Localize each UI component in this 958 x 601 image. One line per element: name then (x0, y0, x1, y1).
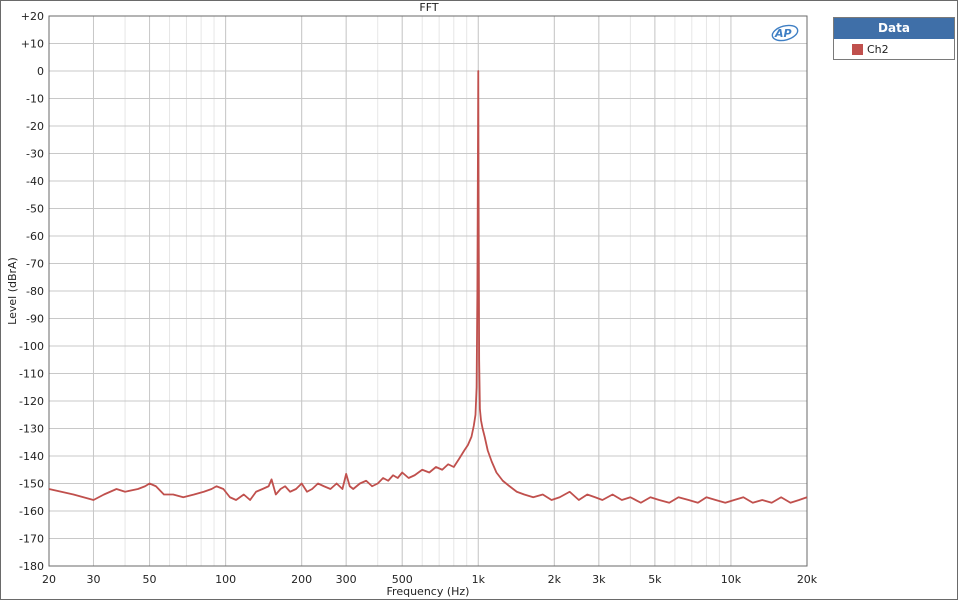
y-axis-label: Level (dBrA) (6, 257, 19, 325)
legend-item-label: Ch2 (867, 42, 889, 56)
x-tick-label: 1k (472, 573, 486, 586)
legend-title: Data (834, 18, 954, 39)
x-tick-label: 100 (215, 573, 236, 586)
svg-text:AP: AP (774, 27, 792, 40)
y-tick-label: -110 (19, 368, 44, 381)
x-tick-label: 5k (648, 573, 662, 586)
y-tick-label: -80 (26, 285, 44, 298)
chart-title: FFT (419, 1, 438, 14)
y-tick-label: -100 (19, 340, 44, 353)
y-tick-label: -20 (26, 120, 44, 133)
x-tick-label: 300 (336, 573, 357, 586)
y-tick-label: -150 (19, 478, 44, 491)
x-tick-label: 3k (592, 573, 606, 586)
y-tick-label: +20 (21, 10, 44, 23)
legend: Data Ch2 (833, 17, 955, 60)
chart-frame: FFT 20 30 50 100 200 300 500 1k 2k 3k 5k 10k 20k +20… (0, 0, 958, 600)
grid (48, 15, 808, 567)
y-tick-label: -140 (19, 450, 44, 463)
series-layer (48, 70, 808, 504)
y-tick-label: -90 (26, 313, 44, 326)
series-line-ch2 (48, 70, 808, 504)
y-tick-label: -40 (26, 175, 44, 188)
y-tick-label: -180 (19, 560, 44, 573)
x-tick-label: 50 (143, 573, 157, 586)
x-axis-label: Frequency (Hz) (387, 585, 470, 598)
ap-logo: AP (771, 24, 799, 42)
fft-chart: FFT 20 30 50 100 200 300 500 1k 2k 3k 5k 10k 20k +20… (6, 1, 818, 598)
y-tick-label: -70 (26, 258, 44, 271)
y-tick-label: +10 (21, 38, 44, 51)
y-tick-label: -30 (26, 148, 44, 161)
x-tick-label: 200 (291, 573, 312, 586)
y-axis-ticks: +20 +10 0 -10 -20 -30 -40 -50 -60 -70 -80 -90 -100 -1… (19, 10, 44, 573)
y-tick-label: 0 (37, 65, 44, 78)
y-tick-label: -160 (19, 505, 44, 518)
y-tick-label: -120 (19, 395, 44, 408)
x-tick-label: 10k (721, 573, 742, 586)
y-tick-label: -60 (26, 230, 44, 243)
x-tick-label: 30 (86, 573, 100, 586)
y-tick-label: -170 (19, 533, 44, 546)
y-tick-label: -50 (26, 203, 44, 216)
x-tick-label: 20k (797, 573, 818, 586)
x-tick-label: 20 (42, 573, 56, 586)
y-tick-label: -130 (19, 423, 44, 436)
x-tick-label: 2k (548, 573, 562, 586)
y-tick-label: -10 (26, 93, 44, 106)
legend-swatch (852, 43, 863, 55)
legend-item-ch2[interactable]: Ch2 (834, 39, 954, 59)
